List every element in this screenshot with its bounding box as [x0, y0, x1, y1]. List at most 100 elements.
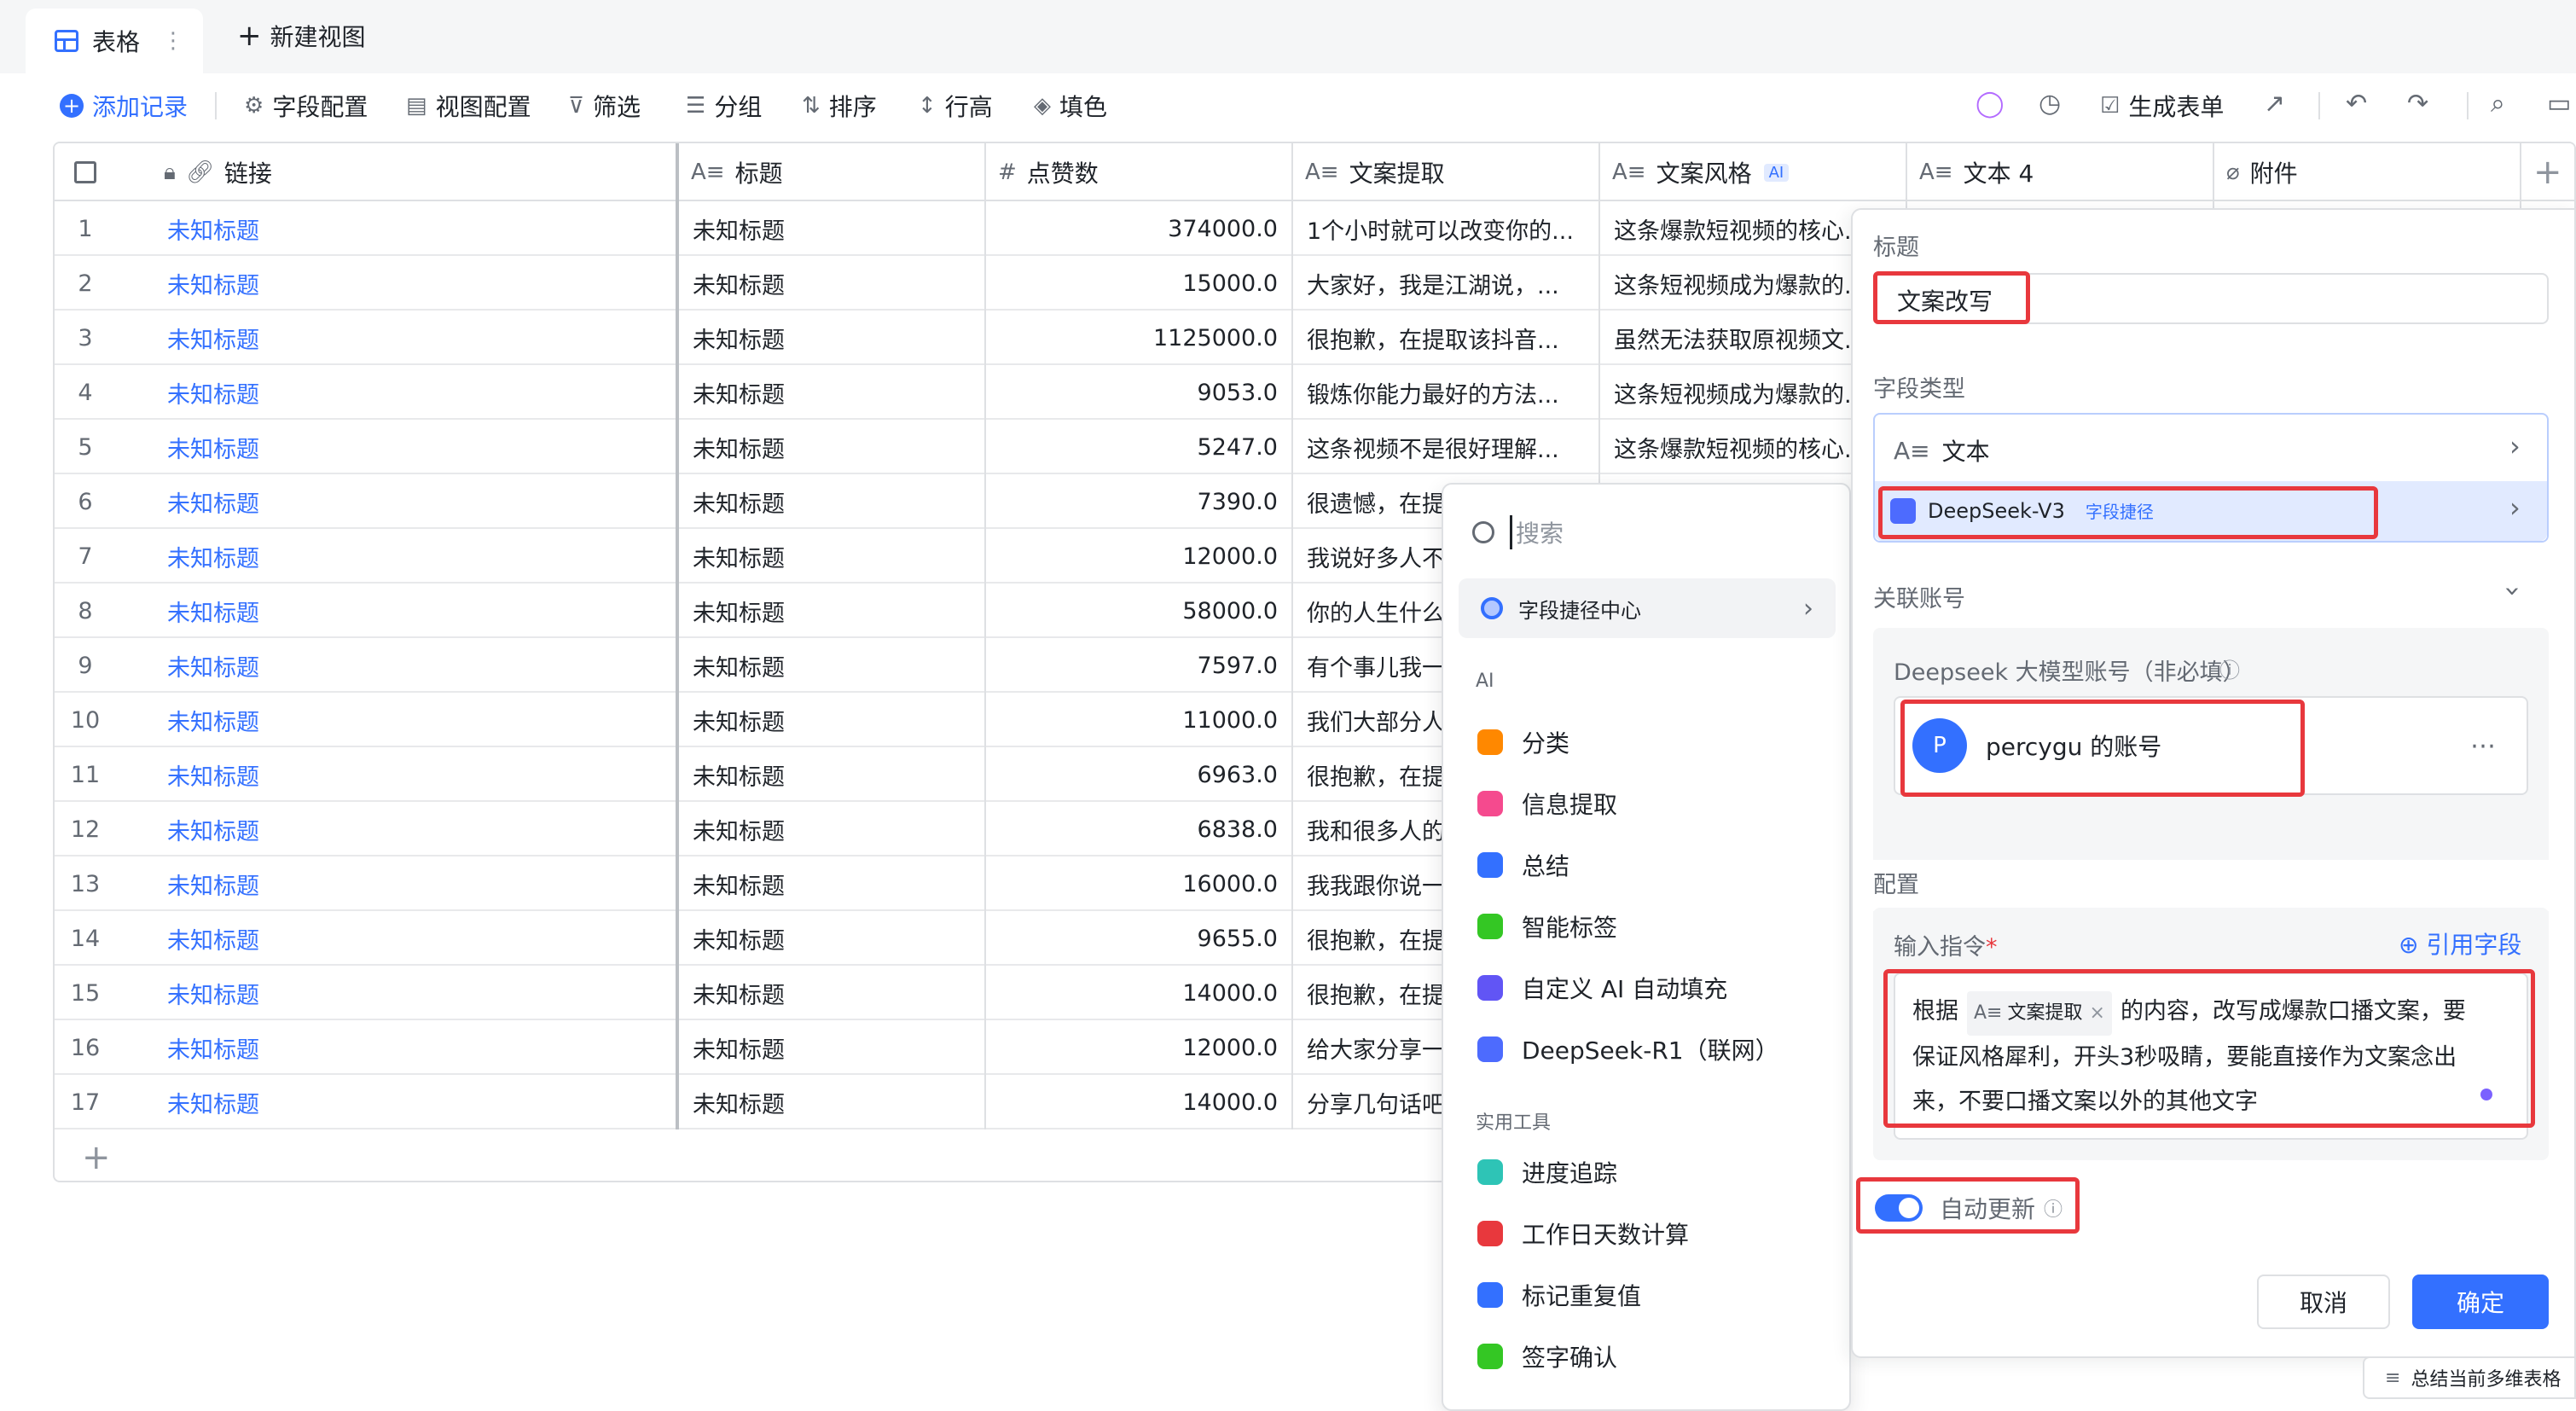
add-record-button[interactable]: + 添加记录	[60, 89, 188, 123]
shortcut-item[interactable]: 进度追踪	[1477, 1155, 1617, 1189]
title-cell[interactable]: 未知标题	[679, 1020, 986, 1075]
likes-cell[interactable]: 374000.0	[986, 201, 1293, 256]
title-cell[interactable]: 未知标题	[679, 693, 986, 747]
shortcut-item[interactable]: 自定义 AI 自动填充	[1477, 971, 1727, 1005]
shortcut-item[interactable]: 签字确认	[1477, 1339, 1617, 1373]
title-cell[interactable]: 未知标题	[679, 256, 986, 311]
title-cell[interactable]: 未知标题	[679, 420, 986, 474]
likes-cell[interactable]: 12000.0	[986, 529, 1293, 584]
title-cell[interactable]: 未知标题	[679, 529, 986, 584]
shortcut-item[interactable]: 工作日天数计算	[1477, 1216, 1689, 1251]
extract-cell[interactable]: 很抱歉，在提取该抖音...	[1293, 311, 1600, 365]
column-header-style[interactable]: A≡ 文案风格 AI	[1600, 143, 1907, 201]
shortcut-item[interactable]: 标记重复值	[1477, 1278, 1641, 1312]
column-header-extract[interactable]: A≡ 文案提取	[1293, 143, 1600, 201]
link-cell[interactable]: 未知标题	[116, 638, 679, 693]
row-number[interactable]: 8	[55, 584, 116, 638]
chevron-down-icon[interactable]: ›	[2497, 586, 2529, 597]
column-header-text4[interactable]: A≡ 文本 4	[1907, 143, 2214, 201]
row-number[interactable]: 1	[55, 201, 116, 256]
link-cell[interactable]: 未知标题	[116, 256, 679, 311]
field-config-button[interactable]: ⚙ 字段配置	[244, 89, 368, 123]
shortcut-item[interactable]: 总结	[1477, 848, 1569, 882]
title-cell[interactable]: 未知标题	[679, 638, 986, 693]
likes-cell[interactable]: 58000.0	[986, 584, 1293, 638]
tab-table[interactable]: 表格 ⋮	[26, 9, 203, 73]
link-cell[interactable]: 未知标题	[116, 693, 679, 747]
title-cell[interactable]: 未知标题	[679, 966, 986, 1020]
likes-cell[interactable]: 12000.0	[986, 1020, 1293, 1075]
add-row-button[interactable]: +	[82, 1138, 111, 1177]
title-cell[interactable]: 未知标题	[679, 1075, 986, 1129]
row-number[interactable]: 10	[55, 693, 116, 747]
summarize-table-button[interactable]: ≡ 总结当前多维表格	[2363, 1356, 2576, 1399]
column-header-link[interactable]: 🔒︎ 🔗︎ 链接	[116, 143, 679, 201]
link-cell[interactable]: 未知标题	[116, 1075, 679, 1129]
fill-color-button[interactable]: ◈ 填色	[1034, 89, 1107, 123]
link-cell[interactable]: 未知标题	[116, 802, 679, 856]
info-icon[interactable]: ⓘ	[2219, 653, 2240, 683]
link-cell[interactable]: 未知标题	[116, 856, 679, 911]
select-all-checkbox[interactable]	[55, 143, 116, 201]
extract-cell[interactable]: 这条视频不是很好理解...	[1293, 420, 1600, 474]
search-list-icon[interactable]: ⌕	[2491, 89, 2505, 119]
row-number[interactable]: 12	[55, 802, 116, 856]
likes-cell[interactable]: 11000.0	[986, 693, 1293, 747]
share-icon[interactable]: ↗	[2264, 89, 2285, 119]
extract-cell[interactable]: 锻炼你能力最好的方法...	[1293, 365, 1600, 420]
likes-cell[interactable]: 16000.0	[986, 856, 1293, 911]
row-number[interactable]: 5	[55, 420, 116, 474]
row-number[interactable]: 16	[55, 1020, 116, 1075]
add-column-button[interactable]: +	[2521, 143, 2574, 201]
likes-cell[interactable]: 9655.0	[986, 911, 1293, 966]
link-cell[interactable]: 未知标题	[116, 1020, 679, 1075]
link-cell[interactable]: 未知标题	[116, 529, 679, 584]
row-number[interactable]: 7	[55, 529, 116, 584]
comment-icon[interactable]: ▭	[2547, 89, 2571, 119]
row-number[interactable]: 2	[55, 256, 116, 311]
link-cell[interactable]: 未知标题	[116, 966, 679, 1020]
undo-icon[interactable]: ↶	[2346, 89, 2367, 119]
column-header-attachment[interactable]: ⌀ 附件	[2214, 143, 2521, 201]
confirm-button[interactable]: 确定	[2412, 1275, 2549, 1329]
row-number[interactable]: 15	[55, 966, 116, 1020]
link-cell[interactable]: 未知标题	[116, 201, 679, 256]
shortcut-item[interactable]: 智能标签	[1477, 909, 1617, 944]
group-button[interactable]: ☰ 分组	[686, 89, 762, 123]
cancel-button[interactable]: 取消	[2257, 1275, 2390, 1329]
sort-button[interactable]: ⇅ 排序	[802, 89, 877, 123]
link-cell[interactable]: 未知标题	[116, 747, 679, 802]
shortcut-item[interactable]: 分类	[1477, 725, 1569, 759]
title-cell[interactable]: 未知标题	[679, 584, 986, 638]
row-number[interactable]: 11	[55, 747, 116, 802]
filter-button[interactable]: ⊽ 筛选	[568, 89, 641, 123]
shortcut-item[interactable]: DeepSeek-R1（联网）	[1477, 1032, 1779, 1066]
reference-field-button[interactable]: ⊕ 引用字段	[2399, 926, 2521, 961]
title-cell[interactable]: 未知标题	[679, 365, 986, 420]
title-cell[interactable]: 未知标题	[679, 311, 986, 365]
generate-form-button[interactable]: ☑ 生成表单	[2100, 89, 2224, 123]
title-cell[interactable]: 未知标题	[679, 911, 986, 966]
likes-cell[interactable]: 7597.0	[986, 638, 1293, 693]
row-number[interactable]: 4	[55, 365, 116, 420]
history-icon[interactable]: ◷	[2039, 89, 2061, 119]
title-cell[interactable]: 未知标题	[679, 747, 986, 802]
title-cell[interactable]: 未知标题	[679, 474, 986, 529]
link-cell[interactable]: 未知标题	[116, 584, 679, 638]
likes-cell[interactable]: 1125000.0	[986, 311, 1293, 365]
more-icon[interactable]: ⋯	[2470, 731, 2496, 761]
ai-assistant-icon[interactable]: ◯	[1976, 89, 2005, 119]
row-number[interactable]: 17	[55, 1075, 116, 1129]
shortcut-center-item[interactable]: 字段捷径中心 ›	[1459, 578, 1836, 638]
more-icon[interactable]: ⋮	[162, 28, 184, 54]
likes-cell[interactable]: 6838.0	[986, 802, 1293, 856]
title-cell[interactable]: 未知标题	[679, 802, 986, 856]
row-number[interactable]: 14	[55, 911, 116, 966]
extract-cell[interactable]: 大家好，我是江湖说，...	[1293, 256, 1600, 311]
likes-cell[interactable]: 14000.0	[986, 1075, 1293, 1129]
redo-icon[interactable]: ↷	[2407, 89, 2428, 119]
row-number[interactable]: 9	[55, 638, 116, 693]
extract-cell[interactable]: 1个小时就可以改变你的...	[1293, 201, 1600, 256]
view-config-button[interactable]: ▤ 视图配置	[406, 89, 531, 123]
link-cell[interactable]: 未知标题	[116, 420, 679, 474]
